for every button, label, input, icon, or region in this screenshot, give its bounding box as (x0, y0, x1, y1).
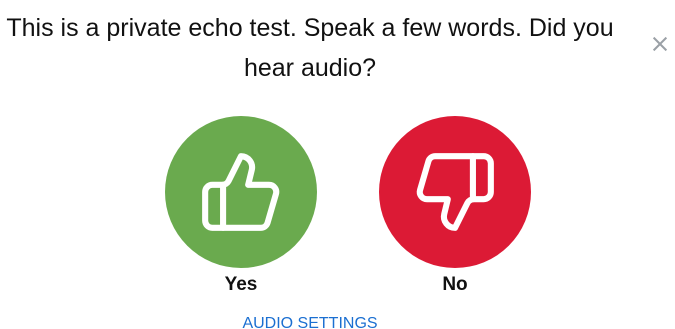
thumbs-up-icon (202, 153, 280, 231)
thumbs-down-icon (416, 153, 494, 231)
no-circle[interactable] (379, 116, 531, 268)
yes-label[interactable]: Yes (165, 274, 317, 296)
yes-button[interactable]: Yes (165, 116, 317, 296)
no-label[interactable]: No (379, 274, 531, 296)
no-button[interactable]: No (379, 116, 531, 296)
echo-test-dialog: This is a private echo test. Speak a few… (0, 0, 675, 329)
dialog-title: This is a private echo test. Speak a few… (6, 14, 614, 82)
close-icon[interactable] (651, 35, 669, 53)
audio-settings-link[interactable]: AUDIO SETTINGS (0, 314, 620, 329)
yes-circle[interactable] (165, 116, 317, 268)
